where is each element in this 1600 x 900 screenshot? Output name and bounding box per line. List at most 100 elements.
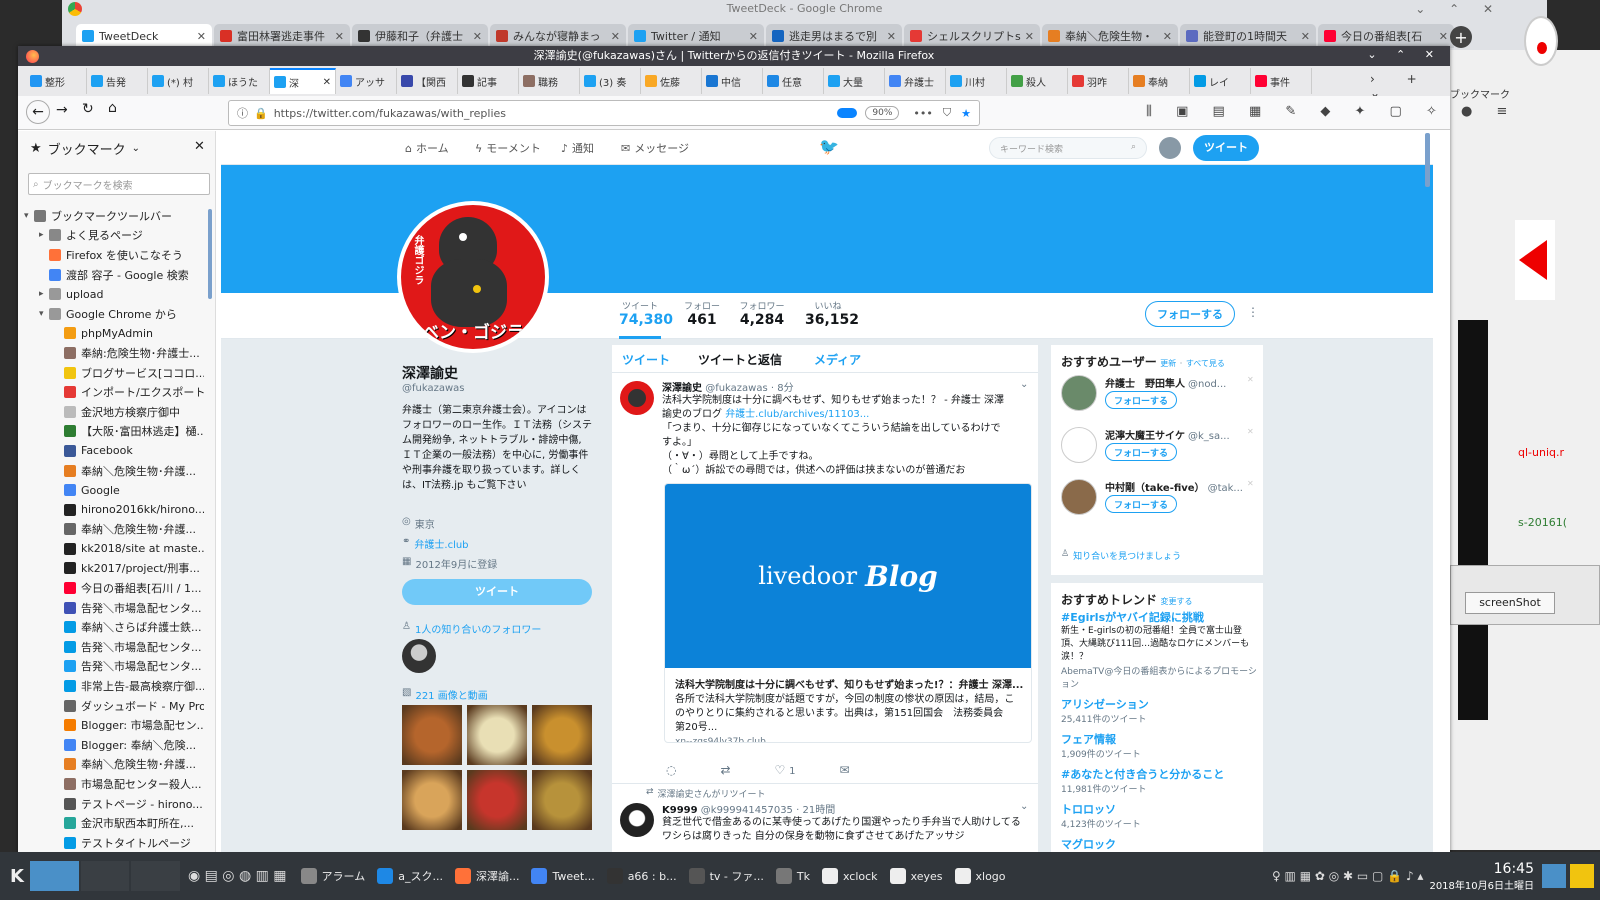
link-card[interactable]: livedoor Blog 法科大学院制度は十分に調べもせず、知りもせず始まった… <box>664 483 1032 743</box>
trend-tag[interactable]: マグロック <box>1061 836 1257 852</box>
firefox-tab[interactable]: 中信 <box>702 68 763 94</box>
suggested-user[interactable]: 中村剛（take-five） @tak... <box>1105 479 1243 494</box>
chrome-tab[interactable]: 能登町の1時間天 ✕ <box>1180 24 1316 48</box>
media-thumbnail[interactable] <box>467 705 527 765</box>
retweet-label[interactable]: 深澤諭史さんがリツイート <box>658 787 766 800</box>
firefox-tab[interactable]: 告発 <box>87 68 148 94</box>
followers-you-know-text[interactable]: 1人の知り合いのフォロワー <box>415 621 541 636</box>
task-button[interactable]: xlogo <box>949 861 1012 891</box>
media-thumbnail[interactable] <box>532 705 592 765</box>
tracking-toggle-icon[interactable] <box>837 108 858 118</box>
bookmark-item[interactable]: 告発＼市場急配センタ... <box>24 598 204 618</box>
task-button[interactable]: a_スク... <box>371 861 449 891</box>
close-tab-icon[interactable]: ✕ <box>197 30 206 43</box>
bookmark-item[interactable]: ▸ よく見るページ <box>24 226 204 246</box>
page-actions-icon[interactable]: ••• <box>913 107 932 120</box>
expanded-arrow-icon[interactable]: ▾ <box>24 211 34 221</box>
bookmark-item[interactable]: 告発＼市場急配センタ... <box>24 637 204 657</box>
follow-suggested-button[interactable]: フォローする <box>1105 443 1177 461</box>
firefox-tab[interactable]: ほうた <box>209 68 270 94</box>
tweet-1-time[interactable]: · 8分 <box>771 383 794 394</box>
suggested-user-avatar[interactable] <box>1061 375 1097 411</box>
bookmark-item[interactable]: 奉納＼危険生物･弁護... <box>24 755 204 775</box>
tweet-2-handle[interactable]: @k999941457035 <box>701 805 793 816</box>
task-button[interactable]: アラーム <box>295 861 372 891</box>
trend-item[interactable]: フェア情報 1,909件のツイート <box>1061 731 1257 760</box>
follow-button[interactable]: フォローする <box>1145 301 1235 327</box>
task-button[interactable]: Tweet... <box>525 861 600 891</box>
find-friends-link[interactable]: ♙ 知り合いを見つけましょう <box>1061 549 1181 562</box>
compose-tweet-button[interactable]: ツイート <box>1193 135 1259 161</box>
close-tab-icon[interactable]: ✕ <box>1025 30 1034 43</box>
profile-stat[interactable]: フォロワー 4,284 <box>739 299 785 328</box>
sidebar-header[interactable]: ★ ブックマーク ⌄ <box>30 139 140 158</box>
trend-tag[interactable]: #あなたと付き合うと分かること <box>1061 766 1257 782</box>
suggested-user-name[interactable]: 泥濘大魔王サイケ <box>1105 431 1185 442</box>
trend-item[interactable]: アリシゼーション 25,411件のツイート <box>1061 696 1257 725</box>
close-tab-icon[interactable]: ✕ <box>335 30 344 43</box>
firefox-tab[interactable]: 川村 <box>946 68 1007 94</box>
like-button[interactable]: ♡ 1 <box>775 763 796 777</box>
media-link-text[interactable]: 221 画像と動画 <box>415 687 487 702</box>
bookmark-item[interactable]: phpMyAdmin <box>24 324 204 344</box>
chrome-tab[interactable]: 今日の番組表[石 ✕ <box>1318 24 1454 48</box>
more-options-icon[interactable]: ⋮ <box>1247 305 1259 319</box>
sidebar-scrollbar[interactable] <box>208 209 212 299</box>
chrome-tab[interactable]: 富田林署逃走事件 ✕ <box>214 24 350 48</box>
wtf-refresh[interactable]: 更新 <box>1160 359 1176 368</box>
suggested-user-name[interactable]: 中村剛（take-five） <box>1105 483 1205 494</box>
close-sidebar-icon[interactable]: ✕ <box>194 139 205 154</box>
tweet-1-menu-icon[interactable]: ⌄ <box>1020 379 1028 390</box>
bookmark-item[interactable]: 告発＼市場急配センタ... <box>24 657 204 677</box>
bookmark-item[interactable]: ブログサービス[ココロ... <box>24 363 204 383</box>
firefox-tab[interactable]: 佐藤 <box>641 68 702 94</box>
close-tab-icon[interactable]: ✕ <box>749 30 758 43</box>
chrome-tab[interactable]: シェルスクリプトse ✕ <box>904 24 1040 48</box>
bookmark-item[interactable]: 渡部 容子 - Google 検索 <box>24 265 204 285</box>
bookmark-item[interactable]: 奉納:危険生物･弁護士... <box>24 343 204 363</box>
tweet-1-name[interactable]: 深澤諭史 <box>662 383 702 394</box>
chrome-tab[interactable]: TweetDeck ✕ <box>76 24 212 48</box>
task-button[interactable]: xclock <box>816 861 884 891</box>
bookmark-item[interactable]: 非常上告-最高検察庁御... <box>24 676 204 696</box>
bookmark-item[interactable]: テストページ - hirono... <box>24 794 204 814</box>
follow-suggested-button[interactable]: フォローする <box>1105 495 1177 513</box>
bookmark-search-input[interactable]: ⌕ ブックマークを検索 <box>28 173 210 195</box>
firefox-tab[interactable]: 【関西 <box>397 68 458 94</box>
bookmark-item[interactable]: Firefox を使いこなそう <box>24 245 204 265</box>
profile-avatar[interactable]: ベン・ゴジラ 弁護ゴジラ <box>397 201 549 353</box>
bookmark-item[interactable]: 市場急配センター殺人... <box>24 774 204 794</box>
firefox-tab[interactable]: 弁護士 <box>885 68 946 94</box>
firefox-tab[interactable]: アッサ <box>336 68 397 94</box>
profile-url-text[interactable]: 弁護士.club <box>414 536 468 551</box>
trend-item[interactable]: トロロッソ 4,123件のツイート <box>1061 801 1257 830</box>
wtf-view-all[interactable]: すべて見る <box>1186 359 1225 368</box>
user-avatar[interactable] <box>1159 137 1181 159</box>
tweet-1-avatar[interactable] <box>620 381 654 415</box>
bookmark-item[interactable]: Google <box>24 480 204 500</box>
suggested-user[interactable]: 弁護士 野田隼人 @nod... <box>1105 375 1243 390</box>
close-tab-icon[interactable]: ✕ <box>323 77 331 88</box>
close-tab-icon[interactable]: ✕ <box>887 30 896 43</box>
trends-change[interactable]: 変更する <box>1161 597 1193 606</box>
nav-moments[interactable]: ϟ モーメント <box>475 140 541 156</box>
tweet-1-link[interactable]: 弁護士.club/archives/11103... <box>725 409 869 420</box>
tweet-2-time[interactable]: · 21時間 <box>796 805 835 816</box>
task-button[interactable]: 深澤諭... <box>449 861 526 891</box>
media-thumbnail[interactable] <box>402 705 462 765</box>
reply-icon[interactable]: ◌ <box>666 763 676 777</box>
chrome-window-controls[interactable]: ⌄ ⌃ ✕ <box>1415 2 1503 16</box>
chrome-tab[interactable]: みんなが寝静まっ ✕ <box>490 24 626 48</box>
media-thumbnail[interactable] <box>467 770 527 830</box>
trend-tag[interactable]: #Egirlsがヤバイ記録に挑戦 <box>1061 609 1257 625</box>
trend-tag[interactable]: フェア情報 <box>1061 731 1257 747</box>
trend-item[interactable]: #あなたと付き合うと分かること 11,981件のツイート <box>1061 766 1257 795</box>
follow-suggested-button[interactable]: フォローする <box>1105 391 1177 409</box>
firefox-tab[interactable]: 深 ✕ <box>270 68 336 94</box>
firefox-tab[interactable]: 奉納 <box>1129 68 1190 94</box>
twitter-search-input[interactable]: キーワード検索 ⌕ <box>989 137 1147 159</box>
trend-tag[interactable]: アリシゼーション <box>1061 696 1257 712</box>
bookmark-item[interactable]: Facebook <box>24 441 204 461</box>
bookmark-item[interactable]: ▸ upload <box>24 284 204 304</box>
profile-stat[interactable]: フォロー 461 <box>679 299 725 328</box>
